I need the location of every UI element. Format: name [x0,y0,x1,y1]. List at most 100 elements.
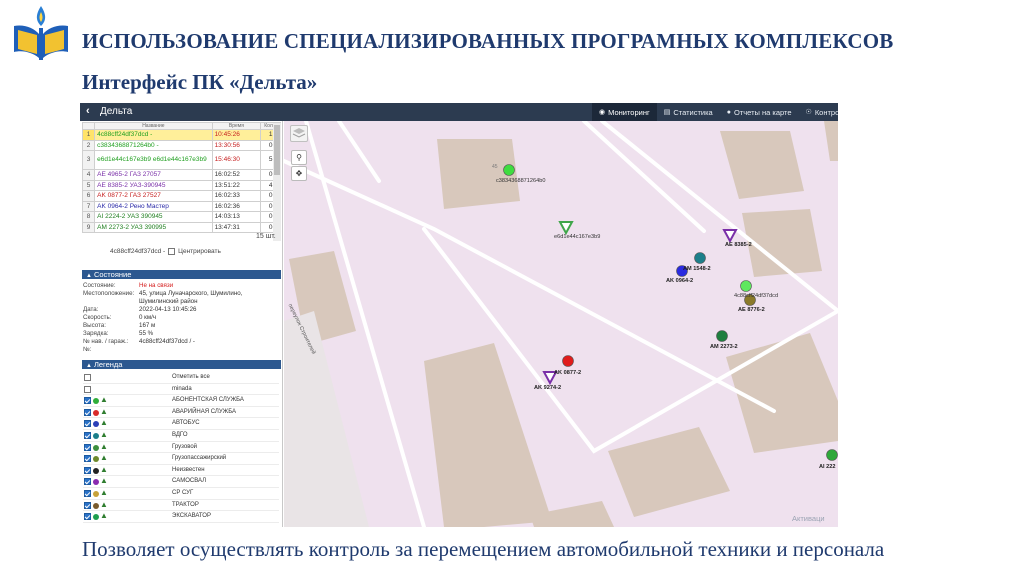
vehicle-row-name: e6d1e44c167e3b9 e6d1e44c167e3b9 [94,150,213,170]
state-value: 2022-04-13 10:45:26 [139,306,197,313]
state-section-header[interactable]: ▲ Состояние [82,270,281,279]
legend-vehicle-triangle-icon: ▲ [100,511,108,521]
back-chevron-icon[interactable]: ‹ [86,105,90,117]
legend-select-all: Отметить все [83,372,279,384]
legend-checkbox[interactable] [84,478,91,486]
legend-checkbox[interactable] [84,408,91,416]
map-vehicle-marker[interactable] [694,252,706,264]
map-vehicle-marker[interactable] [558,221,574,236]
tab-monitoring[interactable]: ◉ Мониторинг [592,103,657,121]
zoom-search-button[interactable]: ⚲ [291,150,307,165]
legend-checkbox[interactable] [84,501,91,509]
legend-color-dot-icon [93,514,99,521]
state-key: №: [83,346,92,353]
map-vehicle-marker[interactable] [562,355,574,367]
legend-label: АБОНЕНТСКАЯ СЛУЖБА [172,397,244,404]
tab-statistics[interactable]: ▤ Статистика [657,103,720,121]
state-row: Дата: 2022-04-13 10:45:26 [83,306,281,314]
map-marker-label: AE 8385-2 [725,242,752,248]
slide-title: ИСПОЛЬЗОВАНИЕ СПЕЦИАЛИЗИРОВАННЫХ ПРОГРАМ… [82,29,894,53]
center-checkbox[interactable] [168,248,176,255]
collapse-caret-icon: ▲ [86,363,92,369]
map-marker-label: 4c88cff24df37dcd [734,293,779,299]
map-vehicle-marker[interactable] [722,229,738,244]
legend-vehicle-triangle-icon: ▲ [100,464,108,474]
legend-section-header[interactable]: ▲ Легенда [82,360,281,369]
legend-checkbox[interactable] [84,455,91,463]
legend-checkbox[interactable] [84,397,91,405]
column-name[interactable]: Название [94,122,213,130]
state-value: 45, улица Луначарского, Шумилино, Шумили… [139,290,243,305]
vehicle-row[interactable]: 5 AE 8385-2 УАЗ-390945 13:51:22 4 [81,179,281,191]
state-row: Высота: 167 м [83,322,281,330]
legend-vehicle-triangle-icon: ▲ [100,441,108,451]
state-value: 4c88cff24df37dcd / - [139,338,195,345]
magnifier-icon: ⚲ [296,153,302,162]
legend-checkbox[interactable] [84,420,91,428]
legend-item: ▲ СР СУГ [83,488,279,500]
legend-color-dot-icon [93,467,99,474]
vehicle-row[interactable]: 7 AK 0964-2 Рено Мастер 16:02:36 0 [81,200,281,212]
legend-label: ЭКСКАВАТОР [172,513,211,520]
legend-color-dot-icon [93,432,99,439]
legend-vehicle-triangle-icon: ▲ [100,406,108,416]
legend-vehicle-triangle-icon: ▲ [100,418,108,428]
state-key: Скорость: [83,314,112,321]
legend-checkbox[interactable] [84,466,91,474]
legend-checkbox[interactable] [84,443,91,451]
map-vehicle-marker[interactable] [503,164,515,176]
delta-app-window: ‹ Дельта ◉ Мониторинг ▤ Статистика ● Отч… [80,103,838,527]
map-vehicle-marker[interactable] [740,280,752,292]
vehicle-row-number: 2 [81,139,96,151]
map-marker-label: AK 0964-2 [666,278,694,284]
vehicle-row[interactable]: 2 c3834368871264b0 -13:30:56 0 [81,139,281,151]
select-all-checkbox[interactable] [84,374,91,381]
legend-checkbox[interactable] [84,513,91,521]
vehicle-row[interactable]: 6 AK 0877-2 ГАЗ 27527 16:02:33 0 [81,190,281,202]
legend-checkbox[interactable] [84,489,91,497]
legend-panel: Отметить все minada ▲ АБОНЕНТСКАЯ СЛУЖБА ▲ А… [83,372,279,523]
vehicle-row-time: 13:51:22 [211,179,262,191]
move-arrows-icon: ✥ [295,169,303,178]
vehicle-table: Название Время Кол-ч 1 4c88cff24df37dcd -… [81,122,281,233]
layers-control[interactable] [290,125,308,142]
legend-item: ▲ ТРАКТОР [83,500,279,512]
vehicle-row[interactable]: 3 e6d1e44c167e3b9 e6d1e44c167e3b9 15:46:30… [81,150,281,170]
pan-control-button[interactable]: ✥ [291,166,307,181]
state-row: Местоположение: 45, улица Луначарского, Ш… [83,290,281,306]
legend-label: АВАРИЙНАЯ СЛУЖБА [172,408,236,415]
map-view[interactable]: ⚲ ✥ 45 переулок Строителей c383436887126… [284,121,838,527]
legend-item: ▲ Неизвестен [83,465,279,477]
state-row: Скорость: 0 км/ч [83,314,281,322]
tab-map-reports[interactable]: ● Отчеты на карте [720,103,799,121]
vehicle-table-scrollbar[interactable] [273,123,281,241]
vehicle-row[interactable]: 4 AE 4965-2 ГАЗ 27057 16:02:52 0 [81,169,281,181]
vehicle-row-time: 16:02:52 [211,169,262,181]
map-vehicle-marker[interactable] [716,330,728,342]
state-key: Состояние: [83,282,116,289]
legend-vehicle-triangle-icon: ▲ [100,487,108,497]
map-marker-label: e6d1e44c167e3b9 [554,234,601,240]
legend-label: Грузовой [172,443,198,450]
legend-checkbox[interactable] [84,431,91,439]
column-time[interactable]: Время [211,122,262,130]
vehicle-row-number: 6 [81,190,96,202]
globe-icon: ● [726,108,731,116]
legend-item: ▲ АВАРИЙНАЯ СЛУЖБА [83,407,279,419]
legend-color-dot-icon [93,398,99,405]
building [824,121,838,161]
vehicle-row[interactable]: 9 AM 2273-2 УАЗ 390995 13:47:31 0 [81,221,281,233]
legend-item: ▲ АБОНЕНТСКАЯ СЛУЖБА [83,395,279,407]
vehicle-row-name: AI 2224-2 УАЗ 390945 [94,211,213,223]
vehicle-row-number: 4 [81,169,96,181]
tab-control[interactable]: ☉ Контро [799,103,838,121]
map-vehicle-marker[interactable] [826,449,838,461]
main-tabs: ◉ Мониторинг ▤ Статистика ● Отчеты на ка… [592,103,838,121]
legend-item: ▲ Грузовой [83,442,279,454]
legend-checkbox[interactable] [84,385,91,393]
legend-vehicle-triangle-icon: ▲ [100,453,108,463]
legend-color-dot-icon [93,421,99,428]
vehicle-row[interactable]: 1 4c88cff24df37dcd -10:45:26 1 [81,129,281,141]
scrollbar-thumb[interactable] [274,125,280,175]
vehicle-row[interactable]: 8 AI 2224-2 УАЗ 390945 14:03:13 0 [81,211,281,223]
